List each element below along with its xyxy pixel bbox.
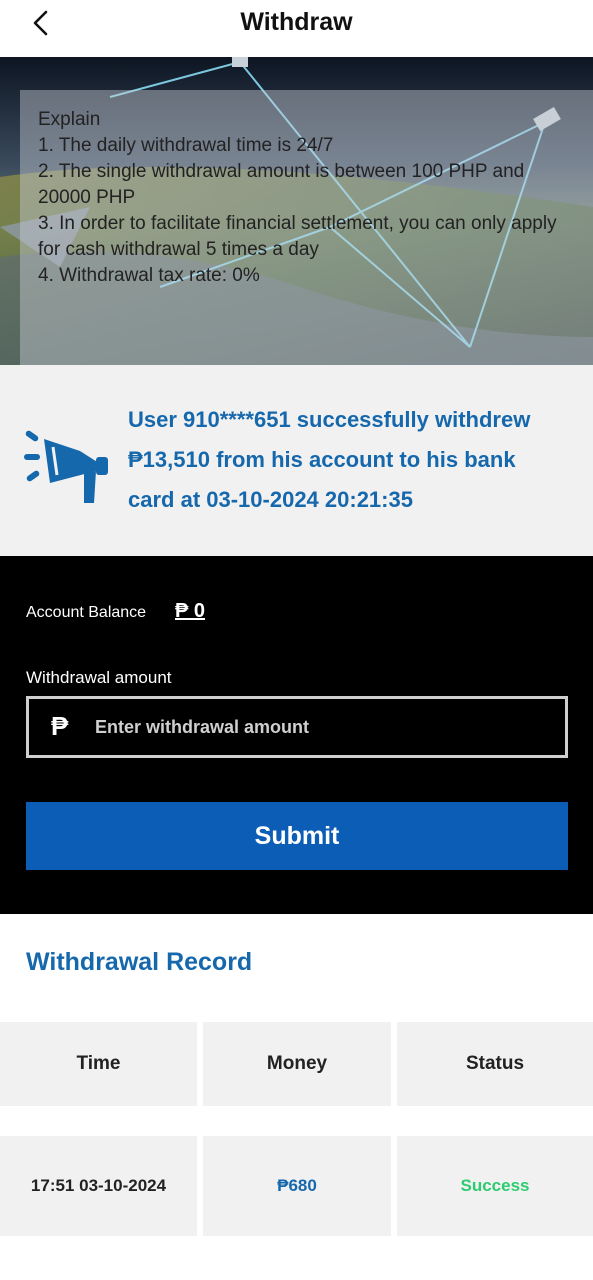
column-header-money: Money (203, 1022, 391, 1106)
record-title: Withdrawal Record (26, 948, 253, 976)
column-header-status: Status (397, 1022, 593, 1106)
record-status-cell: Success (397, 1136, 593, 1236)
explain-text-block: Explain 1. The daily withdrawal time is … (38, 107, 558, 289)
explain-title: Explain (38, 109, 101, 130)
peso-icon: ₱ (51, 711, 69, 741)
amount-field[interactable]: ₱ (26, 696, 568, 758)
submit-button[interactable]: Submit (26, 802, 568, 870)
amount-label: Withdrawal amount (26, 668, 172, 687)
balance-label: Account Balance (26, 604, 147, 621)
explain-line-2: 2. The single withdrawal amount is betwe… (38, 161, 525, 208)
balance-value: ₱ 0 (175, 600, 206, 622)
top-bar: Withdraw (0, 0, 593, 57)
record-time-cell: 17:51 03-10-2024 (0, 1136, 197, 1236)
explain-line-3: 3. In order to facilitate financial sett… (38, 213, 557, 260)
withdraw-notice: User 910****651 successfully withdrew ₱1… (0, 365, 593, 556)
page-title: Withdraw (240, 8, 353, 36)
explain-banner: Explain 1. The daily withdrawal time is … (0, 57, 593, 365)
record-money-cell: ₱680 (203, 1136, 391, 1236)
column-header-time: Time (0, 1022, 197, 1106)
explain-line-4: 4. Withdrawal tax rate: 0% (38, 265, 260, 286)
withdraw-form: Account Balance ₱ 0 Withdrawal amount ₱ … (0, 556, 593, 914)
explain-line-1: 1. The daily withdrawal time is 24/7 (38, 135, 334, 156)
megaphone-icon (24, 430, 108, 503)
amount-input[interactable] (95, 713, 535, 741)
notice-text: User 910****651 successfully withdrew ₱1… (128, 407, 531, 512)
